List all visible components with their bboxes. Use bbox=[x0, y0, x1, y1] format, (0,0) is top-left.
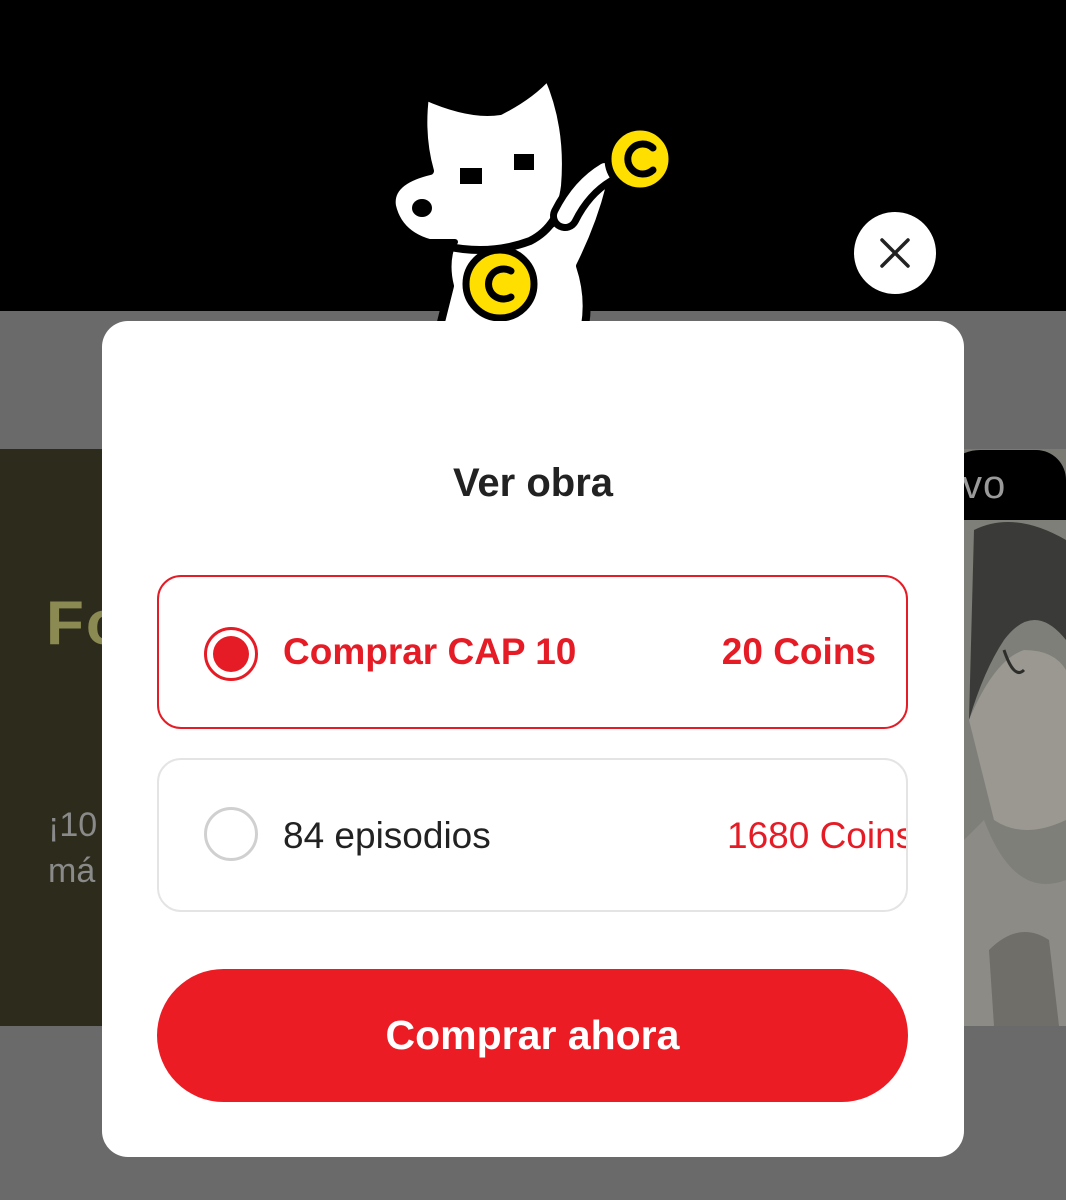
option-buy-all-episodes[interactable]: 84 episodios 1680 Coins bbox=[157, 758, 908, 912]
option-price: 20 Coins bbox=[721, 631, 876, 672]
background-banner-text: má bbox=[48, 852, 96, 890]
cover-art-illustration bbox=[964, 520, 1066, 1026]
dialog-title: Ver obra bbox=[452, 461, 614, 505]
buy-now-button[interactable]: Comprar ahora bbox=[157, 969, 908, 1102]
option-buy-chapter[interactable]: Comprar CAP 10 20 Coins bbox=[157, 575, 908, 729]
close-button[interactable] bbox=[854, 212, 936, 294]
close-icon bbox=[880, 238, 910, 268]
option-label: Comprar CAP 10 bbox=[283, 631, 577, 672]
dog-mascot-icon bbox=[387, 72, 676, 326]
background-banner-text: ¡10 bbox=[48, 806, 98, 844]
option-price: 1680 Coins bbox=[727, 815, 908, 856]
purchase-dialog: Ver obra Comprar CAP 10 20 Coins 84 epis… bbox=[102, 321, 964, 1157]
radio-selected-icon[interactable] bbox=[204, 627, 258, 681]
radio-unselected-icon[interactable] bbox=[204, 807, 258, 861]
option-label: 84 episodios bbox=[283, 815, 491, 856]
